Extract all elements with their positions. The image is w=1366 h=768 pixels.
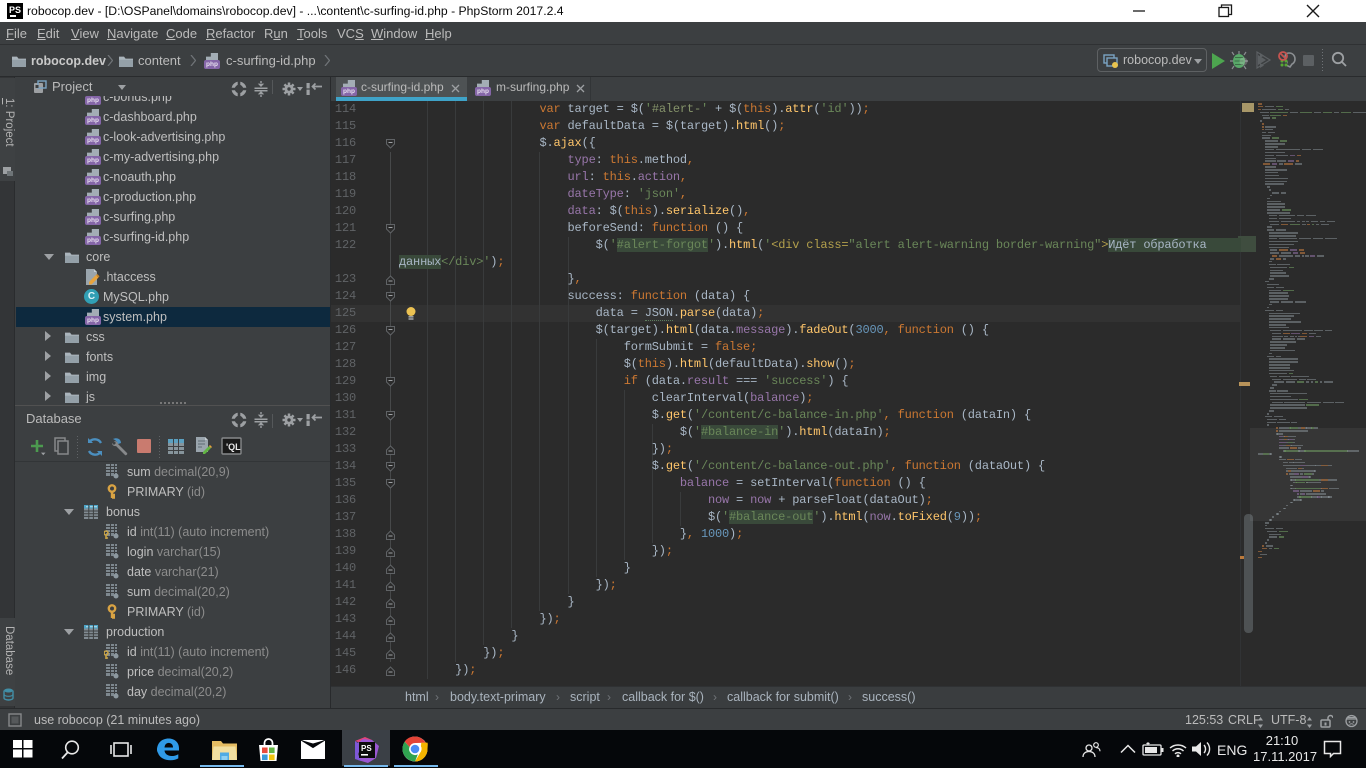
svg-text:PS: PS (361, 744, 372, 753)
svg-text:'QL: 'QL (226, 442, 241, 452)
